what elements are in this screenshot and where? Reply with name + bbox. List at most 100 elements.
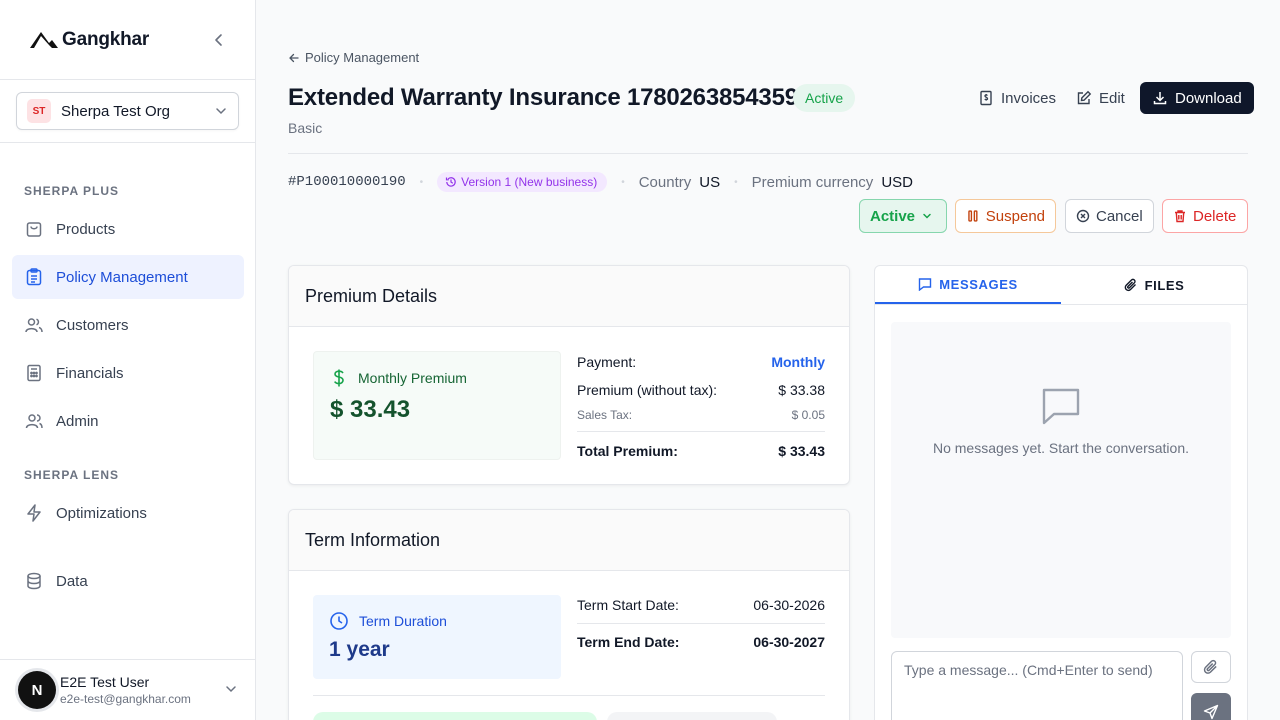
term-section-divider <box>313 695 825 696</box>
message-input[interactable] <box>891 651 1183 720</box>
sidebar-item-policy-management[interactable]: Policy Management <box>12 255 244 299</box>
download-label: Download <box>1175 89 1242 107</box>
invoices-label: Invoices <box>1001 89 1057 107</box>
currency-label: Premium currency <box>751 173 874 191</box>
mountain-logo-icon <box>28 30 60 50</box>
main-content: Policy Management Extended Warranty Insu… <box>256 0 1280 720</box>
version-label: Version 1 (New business) <box>461 175 598 189</box>
cancel-button[interactable]: Cancel <box>1065 199 1154 233</box>
download-button[interactable]: Download <box>1140 82 1254 114</box>
brand-name: Gangkhar <box>62 28 150 50</box>
term-duration-tile: Term Duration 1 year <box>313 595 561 679</box>
total-divider <box>577 431 825 432</box>
suspend-label: Suspend <box>985 207 1045 225</box>
panel-tabs: MESSAGES FILES <box>875 266 1247 305</box>
page-title: Extended Warranty Insurance 178026385435… <box>288 84 798 111</box>
tab-files-label: FILES <box>1144 277 1185 293</box>
payment-label: Payment: <box>577 354 637 370</box>
sidebar-item-label: Products <box>56 220 116 238</box>
tab-files[interactable]: FILES <box>1061 266 1247 304</box>
monthly-premium-value: $ 33.43 <box>330 396 411 423</box>
messages-files-panel: MESSAGES FILES No messages yet. Start th… <box>874 265 1248 720</box>
user-email: e2e-test@gangkhar.com <box>60 692 191 706</box>
send-message-button[interactable] <box>1191 693 1231 720</box>
status-dropdown-button[interactable]: Active <box>859 199 947 233</box>
sales-tax-value: $ 0.05 <box>791 408 825 422</box>
total-label: Total Premium: <box>577 443 678 459</box>
paperclip-icon <box>1203 659 1217 674</box>
sidebar-item-financials[interactable]: Financials <box>12 351 244 395</box>
tab-messages[interactable]: MESSAGES <box>875 266 1061 304</box>
term-end-value: 06-30-2027 <box>753 634 825 650</box>
sidebar-item-customers[interactable]: Customers <box>12 303 244 347</box>
sidebar-item-optimizations[interactable]: Optimizations <box>12 491 244 535</box>
collapse-sidebar-button[interactable] <box>209 30 229 50</box>
x-circle-icon <box>1076 209 1090 223</box>
tab-messages-label: MESSAGES <box>939 276 1018 292</box>
user-menu[interactable]: N E2E Test User e2e-test@gangkhar.com <box>0 659 256 720</box>
total-row: Total Premium: $ 33.43 <box>577 443 825 459</box>
premium-row: Premium (without tax): $ 33.38 <box>577 382 825 398</box>
dollar-icon <box>334 369 344 387</box>
delete-button[interactable]: Delete <box>1162 199 1248 233</box>
card-title: Premium Details <box>289 266 849 327</box>
sidebar-item-products[interactable]: Products <box>12 207 244 251</box>
monthly-premium-tile: Monthly Premium $ 33.43 <box>313 351 561 460</box>
database-icon <box>24 571 44 591</box>
country-value: US <box>699 173 721 191</box>
monthly-premium-label: Monthly Premium <box>358 370 467 386</box>
message-square-icon <box>1042 388 1080 425</box>
calculator-icon <box>24 363 44 383</box>
term-divider <box>577 623 825 624</box>
download-icon <box>1153 92 1167 105</box>
org-selector[interactable]: ST Sherpa Test Org <box>16 92 239 130</box>
breadcrumb-back-link[interactable]: Policy Management <box>288 50 419 65</box>
suspend-button[interactable]: Suspend <box>955 199 1056 233</box>
term-remaining-pill <box>607 712 777 720</box>
sidebar-item-label: Customers <box>56 316 129 334</box>
term-duration-label-row: Term Duration <box>329 611 545 631</box>
send-icon <box>1203 704 1219 720</box>
sidebar-item-admin[interactable]: Admin <box>12 399 244 443</box>
sidebar-item-data[interactable]: Data <box>12 559 244 603</box>
users-icon <box>24 315 44 335</box>
policy-number: #P100010000190 <box>288 174 406 190</box>
edit-button[interactable]: Edit <box>1076 82 1125 114</box>
invoices-button[interactable]: Invoices <box>978 82 1056 114</box>
brand: Gangkhar <box>0 0 255 80</box>
delete-label: Delete <box>1193 207 1237 225</box>
chevron-down-icon <box>224 682 238 701</box>
card-title: Term Information <box>289 510 849 571</box>
history-icon <box>446 177 456 187</box>
total-value: $ 33.43 <box>778 443 825 459</box>
empty-state-text: No messages yet. Start the conversation. <box>932 440 1189 456</box>
pause-icon <box>968 210 978 222</box>
cancel-label: Cancel <box>1096 207 1143 225</box>
section-label-sherpa-lens: SHERPA LENS <box>24 468 120 482</box>
edit-label: Edit <box>1099 89 1125 107</box>
message-square-icon <box>919 278 932 291</box>
monthly-premium-label-row: Monthly Premium <box>330 368 544 388</box>
term-duration-value: 1 year <box>329 638 390 661</box>
term-start-value: 06-30-2026 <box>753 597 825 613</box>
paperclip-icon <box>1124 278 1136 292</box>
currency-value: USD <box>881 173 913 191</box>
sidebar: Gangkhar ST Sherpa Test Org SHERPA PLUS … <box>0 0 256 720</box>
org-name: Sherpa Test Org <box>61 102 170 120</box>
premium-value: $ 33.38 <box>778 382 825 398</box>
payment-value: Monthly <box>771 354 825 370</box>
sidebar-item-label: Financials <box>56 364 124 382</box>
chevron-down-icon <box>214 104 228 123</box>
status-badge: Active <box>793 84 856 112</box>
trash-icon <box>1175 210 1185 223</box>
version-badge: Version 1 (New business) <box>437 172 608 192</box>
payment-row: Payment: Monthly <box>577 354 825 370</box>
sales-tax-row: Sales Tax: $ 0.05 <box>577 408 825 422</box>
edit-icon <box>1077 90 1092 105</box>
country-label: Country <box>638 173 692 191</box>
term-end-row: Term End Date: 06-30-2027 <box>577 634 825 650</box>
attach-file-button[interactable] <box>1191 651 1231 683</box>
arrow-left-icon <box>289 53 299 62</box>
clock-icon <box>330 612 348 630</box>
term-end-label: Term End Date: <box>577 634 680 650</box>
